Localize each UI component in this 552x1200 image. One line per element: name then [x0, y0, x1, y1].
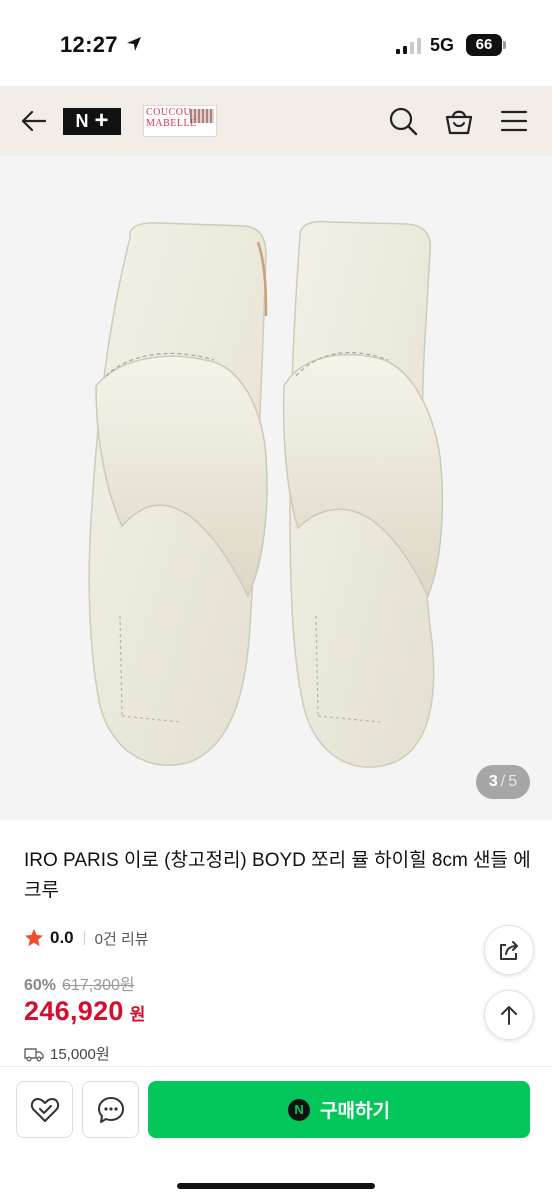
price-unit: 원 — [129, 1005, 146, 1024]
product-image[interactable] — [0, 156, 552, 820]
shipping-row: 15,000원 — [24, 1043, 110, 1064]
star-icon — [25, 929, 43, 947]
total-pages: 5 — [508, 773, 518, 790]
arrow-up-icon — [501, 1006, 517, 1025]
home-indicator[interactable] — [177, 1183, 375, 1189]
search-button[interactable] — [385, 103, 421, 139]
product-title: IRO PARIS 이로 (창고정리) BOYD 쪼리 뮬 하이힐 8cm 샌들… — [24, 850, 531, 901]
heart-check-icon — [30, 1097, 59, 1122]
store-logo[interactable]: COUCOU MABELLE — [143, 105, 217, 137]
nplus-logo-text: N + — [75, 106, 109, 134]
app-header: N + COUCOU MABELLE — [0, 86, 552, 156]
shipping-fee: 15,000원 — [50, 1046, 110, 1063]
nplus-logo[interactable]: N + — [63, 108, 121, 135]
truck-icon — [24, 1047, 44, 1061]
chat-icon — [97, 1096, 124, 1123]
menu-icon — [500, 110, 528, 132]
image-page-indicator: 3 / 5 — [476, 765, 530, 799]
back-button[interactable] — [16, 103, 52, 139]
buy-button-label: 구매하기 — [320, 1101, 390, 1122]
discount-rate: 60% — [24, 977, 57, 994]
sandal-illustration — [88, 220, 444, 768]
store-logo-graphic — [190, 109, 214, 123]
left-sandal — [88, 222, 268, 766]
original-price: 617,300원 — [62, 977, 135, 994]
right-sandal — [282, 220, 444, 768]
review-count[interactable]: 0건 리뷰 — [95, 928, 149, 949]
sale-price: 246,920 — [24, 996, 124, 1026]
battery-cap — [503, 41, 506, 49]
share-icon — [500, 941, 518, 960]
bottom-action-bar: N 구매하기 — [0, 1066, 552, 1200]
nplus-logo-plus: + — [94, 106, 109, 134]
share-button[interactable] — [484, 925, 534, 975]
store-logo-line1: COUCOU — [146, 107, 192, 118]
current-page: 3 — [488, 773, 498, 790]
scroll-top-button[interactable] — [484, 990, 534, 1040]
location-arrow-icon — [127, 37, 141, 51]
page-separator: / — [500, 773, 506, 790]
naver-pay-icon: N — [288, 1098, 311, 1121]
chat-button[interactable] — [82, 1081, 139, 1138]
search-icon — [389, 107, 418, 136]
battery-indicator: 66 — [466, 34, 502, 56]
cart-button[interactable] — [441, 103, 477, 139]
menu-button[interactable] — [496, 103, 532, 139]
status-bar: 12:27 5G 66 — [0, 0, 552, 86]
rating-divider — [83, 931, 85, 945]
buy-button[interactable]: N 구매하기 — [148, 1081, 530, 1138]
back-arrow-icon — [21, 110, 47, 132]
price-row: 246,920 원 — [24, 996, 145, 1027]
network-type: 5G — [430, 35, 455, 55]
signal-icon — [396, 38, 421, 54]
rating-value: 0.0 — [50, 928, 74, 947]
discount-row: 60% 617,300원 — [24, 971, 135, 995]
shopping-bag-icon — [445, 110, 473, 135]
rating-row[interactable]: 0.0 0건 리뷰 — [24, 926, 149, 950]
wishlist-button[interactable] — [16, 1081, 73, 1138]
status-time: 12:27 — [60, 32, 118, 57]
nplus-logo-letter: N — [75, 111, 89, 131]
